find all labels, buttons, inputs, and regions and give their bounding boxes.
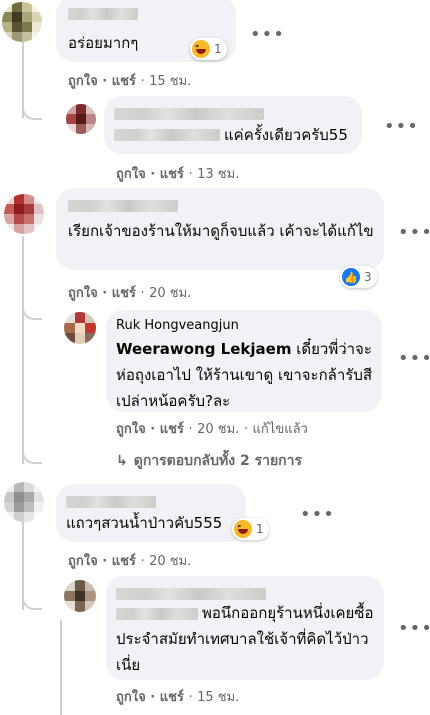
reply-link[interactable]: แชร์ <box>112 554 136 569</box>
avatar[interactable] <box>4 482 44 522</box>
reaction-count: 1 <box>214 42 222 56</box>
haha-icon <box>234 520 252 538</box>
like-link[interactable]: ถูกใจ <box>116 422 146 437</box>
comment-text: Weerawong Lekjaem เดี๋ยวพี่ว่าจะห่อถุงเอ… <box>116 340 373 410</box>
reply-link[interactable]: แชร์ <box>160 422 184 437</box>
timestamp[interactable]: 20 ชม. <box>197 422 239 437</box>
comment-text: แถวๆสวนน้ำป่าวคับ555 <box>66 514 223 532</box>
thread-elbow <box>22 100 42 120</box>
more-options-icon[interactable]: ••• <box>398 350 430 368</box>
thread-elbow <box>22 590 42 610</box>
comment-actions: ถูกใจ · แชร์ · 13 ชม. <box>116 167 240 182</box>
timestamp[interactable]: 13 ชม. <box>197 167 239 182</box>
avatar[interactable] <box>64 312 96 344</box>
avatar[interactable] <box>4 194 44 234</box>
comment-bubble: แถวๆสวนน้ำป่าวคับ555 <box>56 484 246 542</box>
comment-actions: ถูกใจ · แชร์ · 20 ชม. · แก้ไขแล้ว <box>116 422 308 437</box>
reply-link[interactable]: แชร์ <box>160 167 184 182</box>
reply-link[interactable]: แชร์ <box>112 74 136 89</box>
reply-link[interactable]: แชร์ <box>160 690 184 705</box>
more-options-icon[interactable]: ••• <box>300 506 335 524</box>
comment-actions: ถูกใจ · แชร์ · 15 ชม. <box>116 690 240 705</box>
comment-author[interactable]: Ruk Hongveangjun <box>116 318 239 333</box>
like-icon: 👍 <box>342 268 360 286</box>
reply-arrow-icon: ↳ <box>116 453 128 469</box>
blurred-author-name <box>66 496 156 508</box>
comment-bubble: แค่ครั้งเดียวครับ55 <box>104 96 362 154</box>
comment-bubble: พอนึกออกยุร้านหนึ่งเคยซื้อประจำสมัยทำเทศ… <box>106 576 384 680</box>
avatar[interactable] <box>66 104 96 134</box>
comment-actions: ถูกใจ · แชร์ · 15 ชม. <box>68 74 192 89</box>
thread-line <box>60 620 62 715</box>
comment-text: แค่ครั้งเดียวครับ55 <box>224 126 348 144</box>
like-link[interactable]: ถูกใจ <box>68 554 98 569</box>
timestamp[interactable]: 20 ชม. <box>149 554 191 569</box>
comment-bubble: Ruk Hongveangjun Weerawong Lekjaem เดี๋ย… <box>106 310 382 412</box>
mention-link[interactable]: Weerawong Lekjaem <box>116 340 291 358</box>
comment-actions: ถูกใจ · แชร์ · 20 ชม. <box>68 286 192 301</box>
avatar[interactable] <box>2 2 42 42</box>
comment-actions: ถูกใจ · แชร์ · 20 ชม. <box>68 554 192 569</box>
thread-elbow <box>22 446 42 464</box>
edited-label: แก้ไขแล้ว <box>252 422 308 437</box>
avatar[interactable] <box>64 580 96 612</box>
blurred-author-name <box>68 200 178 212</box>
more-options-icon[interactable]: ••• <box>250 26 285 44</box>
blurred-author-name <box>68 8 138 20</box>
reaction-summary[interactable]: 1 <box>232 518 269 540</box>
more-options-icon[interactable]: ••• <box>398 224 430 242</box>
more-options-icon[interactable]: ••• <box>398 620 430 638</box>
reaction-summary[interactable]: 👍 3 <box>340 266 377 288</box>
blurred-author-name <box>116 588 266 600</box>
like-link[interactable]: ถูกใจ <box>68 286 98 301</box>
reaction-count: 3 <box>364 270 372 284</box>
comment-text: พอนึกออกยุร้านหนึ่งเคยซื้อประจำสมัยทำเทศ… <box>116 604 374 674</box>
timestamp[interactable]: 15 ชม. <box>149 74 191 89</box>
more-options-icon[interactable]: ••• <box>384 118 419 136</box>
reply-link[interactable]: แชร์ <box>112 286 136 301</box>
like-link[interactable]: ถูกใจ <box>68 74 98 89</box>
like-link[interactable]: ถูกใจ <box>116 167 146 182</box>
blurred-mention <box>114 129 220 141</box>
comment-text: เรียกเจ้าของร้านให้มาดูก็จบแล้ว เค้าจะได… <box>68 222 374 240</box>
view-replies-link[interactable]: ↳ ดูการตอบกลับทั้ง 2 รายการ <box>116 450 302 472</box>
haha-icon <box>192 40 210 58</box>
blurred-author-name <box>114 108 264 120</box>
reaction-summary[interactable]: 1 <box>190 38 227 60</box>
thread-elbow <box>22 300 42 320</box>
reaction-count: 1 <box>256 522 264 536</box>
thread-line <box>22 236 24 464</box>
like-link[interactable]: ถูกใจ <box>116 690 146 705</box>
timestamp[interactable]: 15 ชม. <box>197 690 239 705</box>
comment-text: อร่อยมากๆ <box>68 34 139 52</box>
timestamp[interactable]: 20 ชม. <box>149 286 191 301</box>
comment-bubble: เรียกเจ้าของร้านให้มาดูก็จบแล้ว เค้าจะได… <box>56 188 384 270</box>
